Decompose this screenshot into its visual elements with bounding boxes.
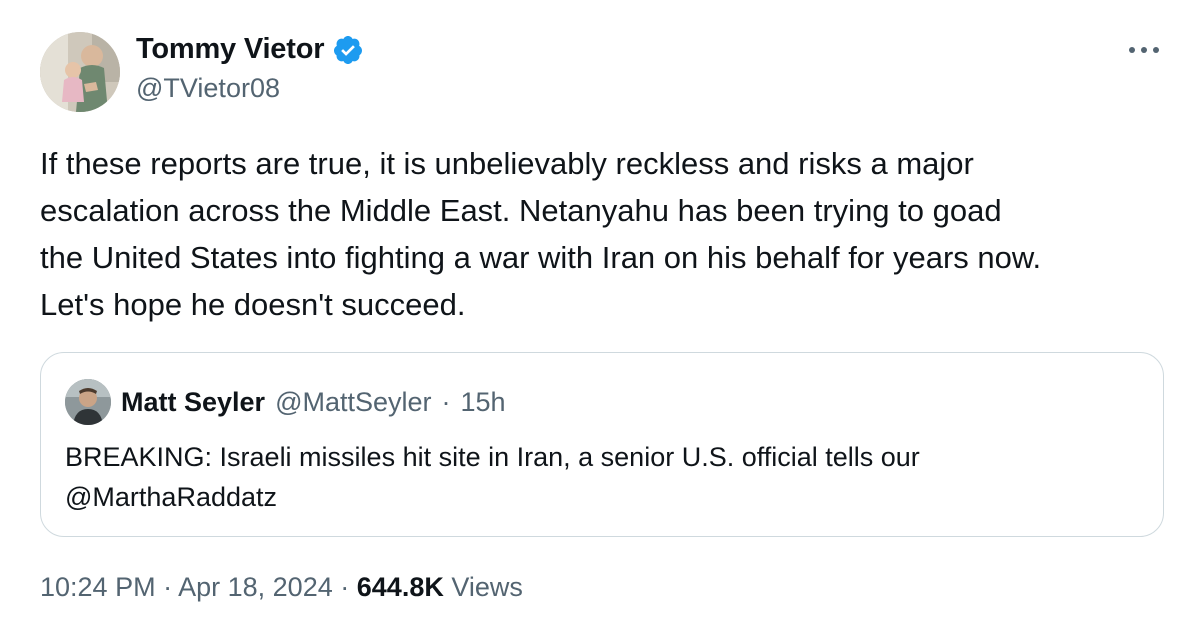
verified-badge-icon (334, 35, 363, 64)
views-label: Views (451, 572, 523, 602)
more-horizontal-icon (1129, 47, 1159, 53)
separator-dot: · (441, 386, 451, 417)
separator-dot: · (340, 572, 350, 602)
profile-photo-icon (40, 32, 120, 112)
views-count[interactable]: 644.8K (357, 572, 444, 602)
tweet-text: If these reports are true, it is unbelie… (40, 146, 1042, 322)
quoted-author-avatar[interactable] (65, 379, 111, 425)
quoted-tweet-time[interactable]: 15h (461, 387, 506, 418)
separator-dot: · (163, 572, 173, 602)
quoted-author-display-name[interactable]: Matt Seyler (121, 387, 265, 418)
tweet: Tommy Vietor @TVietor08 If these reports… (0, 0, 1200, 638)
tweet-time[interactable]: 10:24 PM (40, 572, 156, 602)
author-handle[interactable]: @TVietor08 (136, 73, 280, 104)
quoted-tweet-header: Matt Seyler @MattSeyler · 15h (65, 379, 506, 425)
profile-photo-icon (65, 379, 111, 425)
quoted-tweet-card[interactable]: Matt Seyler @MattSeyler · 15h BREAKING: … (40, 352, 1164, 537)
tweet-metadata: 10:24 PM · Apr 18, 2024 · 644.8K Views (40, 572, 523, 603)
quoted-tweet-text: BREAKING: Israeli missiles hit site in I… (65, 442, 920, 512)
author-name-row: Tommy Vietor (136, 33, 364, 66)
author-display-name[interactable]: Tommy Vietor (136, 33, 324, 66)
author-avatar[interactable] (40, 32, 120, 112)
tweet-date[interactable]: Apr 18, 2024 (178, 572, 333, 602)
more-options-button[interactable] (1124, 36, 1164, 64)
quoted-author-handle[interactable]: @MattSeyler (275, 387, 431, 418)
